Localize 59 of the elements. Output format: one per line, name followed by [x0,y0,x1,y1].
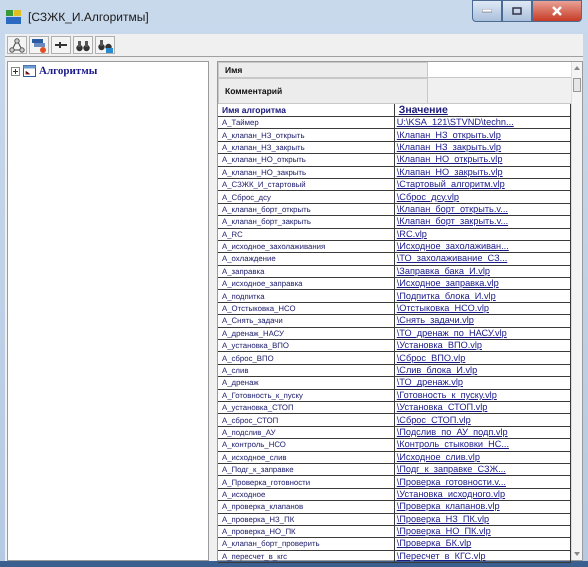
value-link[interactable]: \Клапан_борт_закрыть.v... [394,216,570,228]
value-link[interactable]: \Проверка_готовности.v... [394,476,570,488]
value-link[interactable]: \Исходное_захолаживан... [394,240,570,253]
value-link[interactable]: \Контроль_стыковки_НС... [394,438,570,452]
value-link[interactable]: \Клапан_НО_закрыть.vlp [394,166,570,178]
value-link[interactable]: \RC.vlp [394,228,570,240]
value-link[interactable]: \Проверка_БК.vlp [394,538,570,550]
tree-item[interactable]: Алгоритмы [39,65,98,77]
scrollbar[interactable] [571,62,582,560]
value-link[interactable]: \Проверка_клапанов.vlp [394,500,570,513]
value-link[interactable]: \Установка_СТОП.vlp [394,401,570,414]
minimize-button[interactable] [472,0,502,22]
value-link[interactable]: \Готовность_к_пуску.vlp [394,389,570,402]
value-link[interactable]: \Исходное_слив.vlp [394,451,570,464]
property-label: Комментарий [218,78,428,104]
value-link[interactable]: U:\KSA_121\STVND\techn... [394,116,570,129]
value-link[interactable]: \Сброс_дсу.vlp [394,190,570,204]
scroll-thumb[interactable] [573,78,581,92]
value-link[interactable]: \ТО_дренаж.vlp [394,376,570,390]
value-link[interactable]: \Подпитка_блока_И.vlp [394,290,570,302]
close-button[interactable] [532,0,582,22]
value-link[interactable]: \ТО_дренаж_по_НАСУ.vlp [394,327,570,340]
binoculars-icon[interactable] [95,36,115,54]
scroll-up-icon[interactable] [574,66,580,70]
column-header: Имя алгоритма [218,104,394,116]
maximize-button[interactable] [502,0,532,22]
maximize-icon [512,7,522,15]
value-link[interactable]: \Установка_ВПО.vlp [394,340,570,352]
value-link[interactable]: \Исходное_заправка.vlp [394,278,570,290]
app-icon [6,10,22,24]
value-link[interactable]: \Сброс_СТОП.vlp [394,414,570,426]
minimize-icon [482,9,492,13]
value-link[interactable]: \Клапан_НЗ_открыть.vlp [394,128,570,142]
window-title: [СЗЖК_И.Алгоритмы] [28,10,149,24]
layers-icon[interactable] [29,36,49,54]
value-link[interactable]: \Подслив_по_АУ_подп.vlp [394,426,570,439]
value-field[interactable] [428,78,571,104]
property-label: Имя [218,62,428,78]
value-link[interactable]: \Клапан_НО_открыть.vlp [394,154,570,166]
binoculars-icon[interactable] [73,36,93,54]
value-link[interactable]: \Установка_исходного.vlp [394,488,570,501]
close-icon [551,6,563,16]
hierarchy-icon[interactable] [7,36,27,54]
expand-icon[interactable] [11,66,20,76]
value-link[interactable]: \Подг_к_заправке_СЗЖ... [394,463,570,476]
value-link[interactable]: \Заправка_бака_И.vlp [394,265,570,278]
value-link[interactable]: \Проверка_НЗ_ПК.vlp [394,513,570,526]
scroll-down-icon[interactable] [574,552,580,556]
value-link[interactable]: \Клапан_борт_открыть.v... [394,203,570,216]
column-header: Значение [394,104,570,116]
value-link[interactable]: \Отстыковка_НСО.vlp [394,302,570,315]
value-link[interactable]: \Слив_блока_И.vlp [394,364,570,377]
value-link[interactable]: \Стартовый_алгоритм.vlp [394,178,570,191]
value-link[interactable]: \Проверка_НО_ПК.vlp [394,525,570,538]
value-link[interactable]: \Сброс_ВПО.vlp [394,352,570,364]
value-link[interactable]: \Пересчет_в_КГС.vlp [394,550,570,563]
value-link[interactable]: \Клапан_НЗ_закрыть.vlp [394,141,570,154]
value-link[interactable]: \Снять_задачи.vlp [394,314,570,328]
value-link[interactable]: \ТО_захолаживание_СЗ... [394,252,570,266]
